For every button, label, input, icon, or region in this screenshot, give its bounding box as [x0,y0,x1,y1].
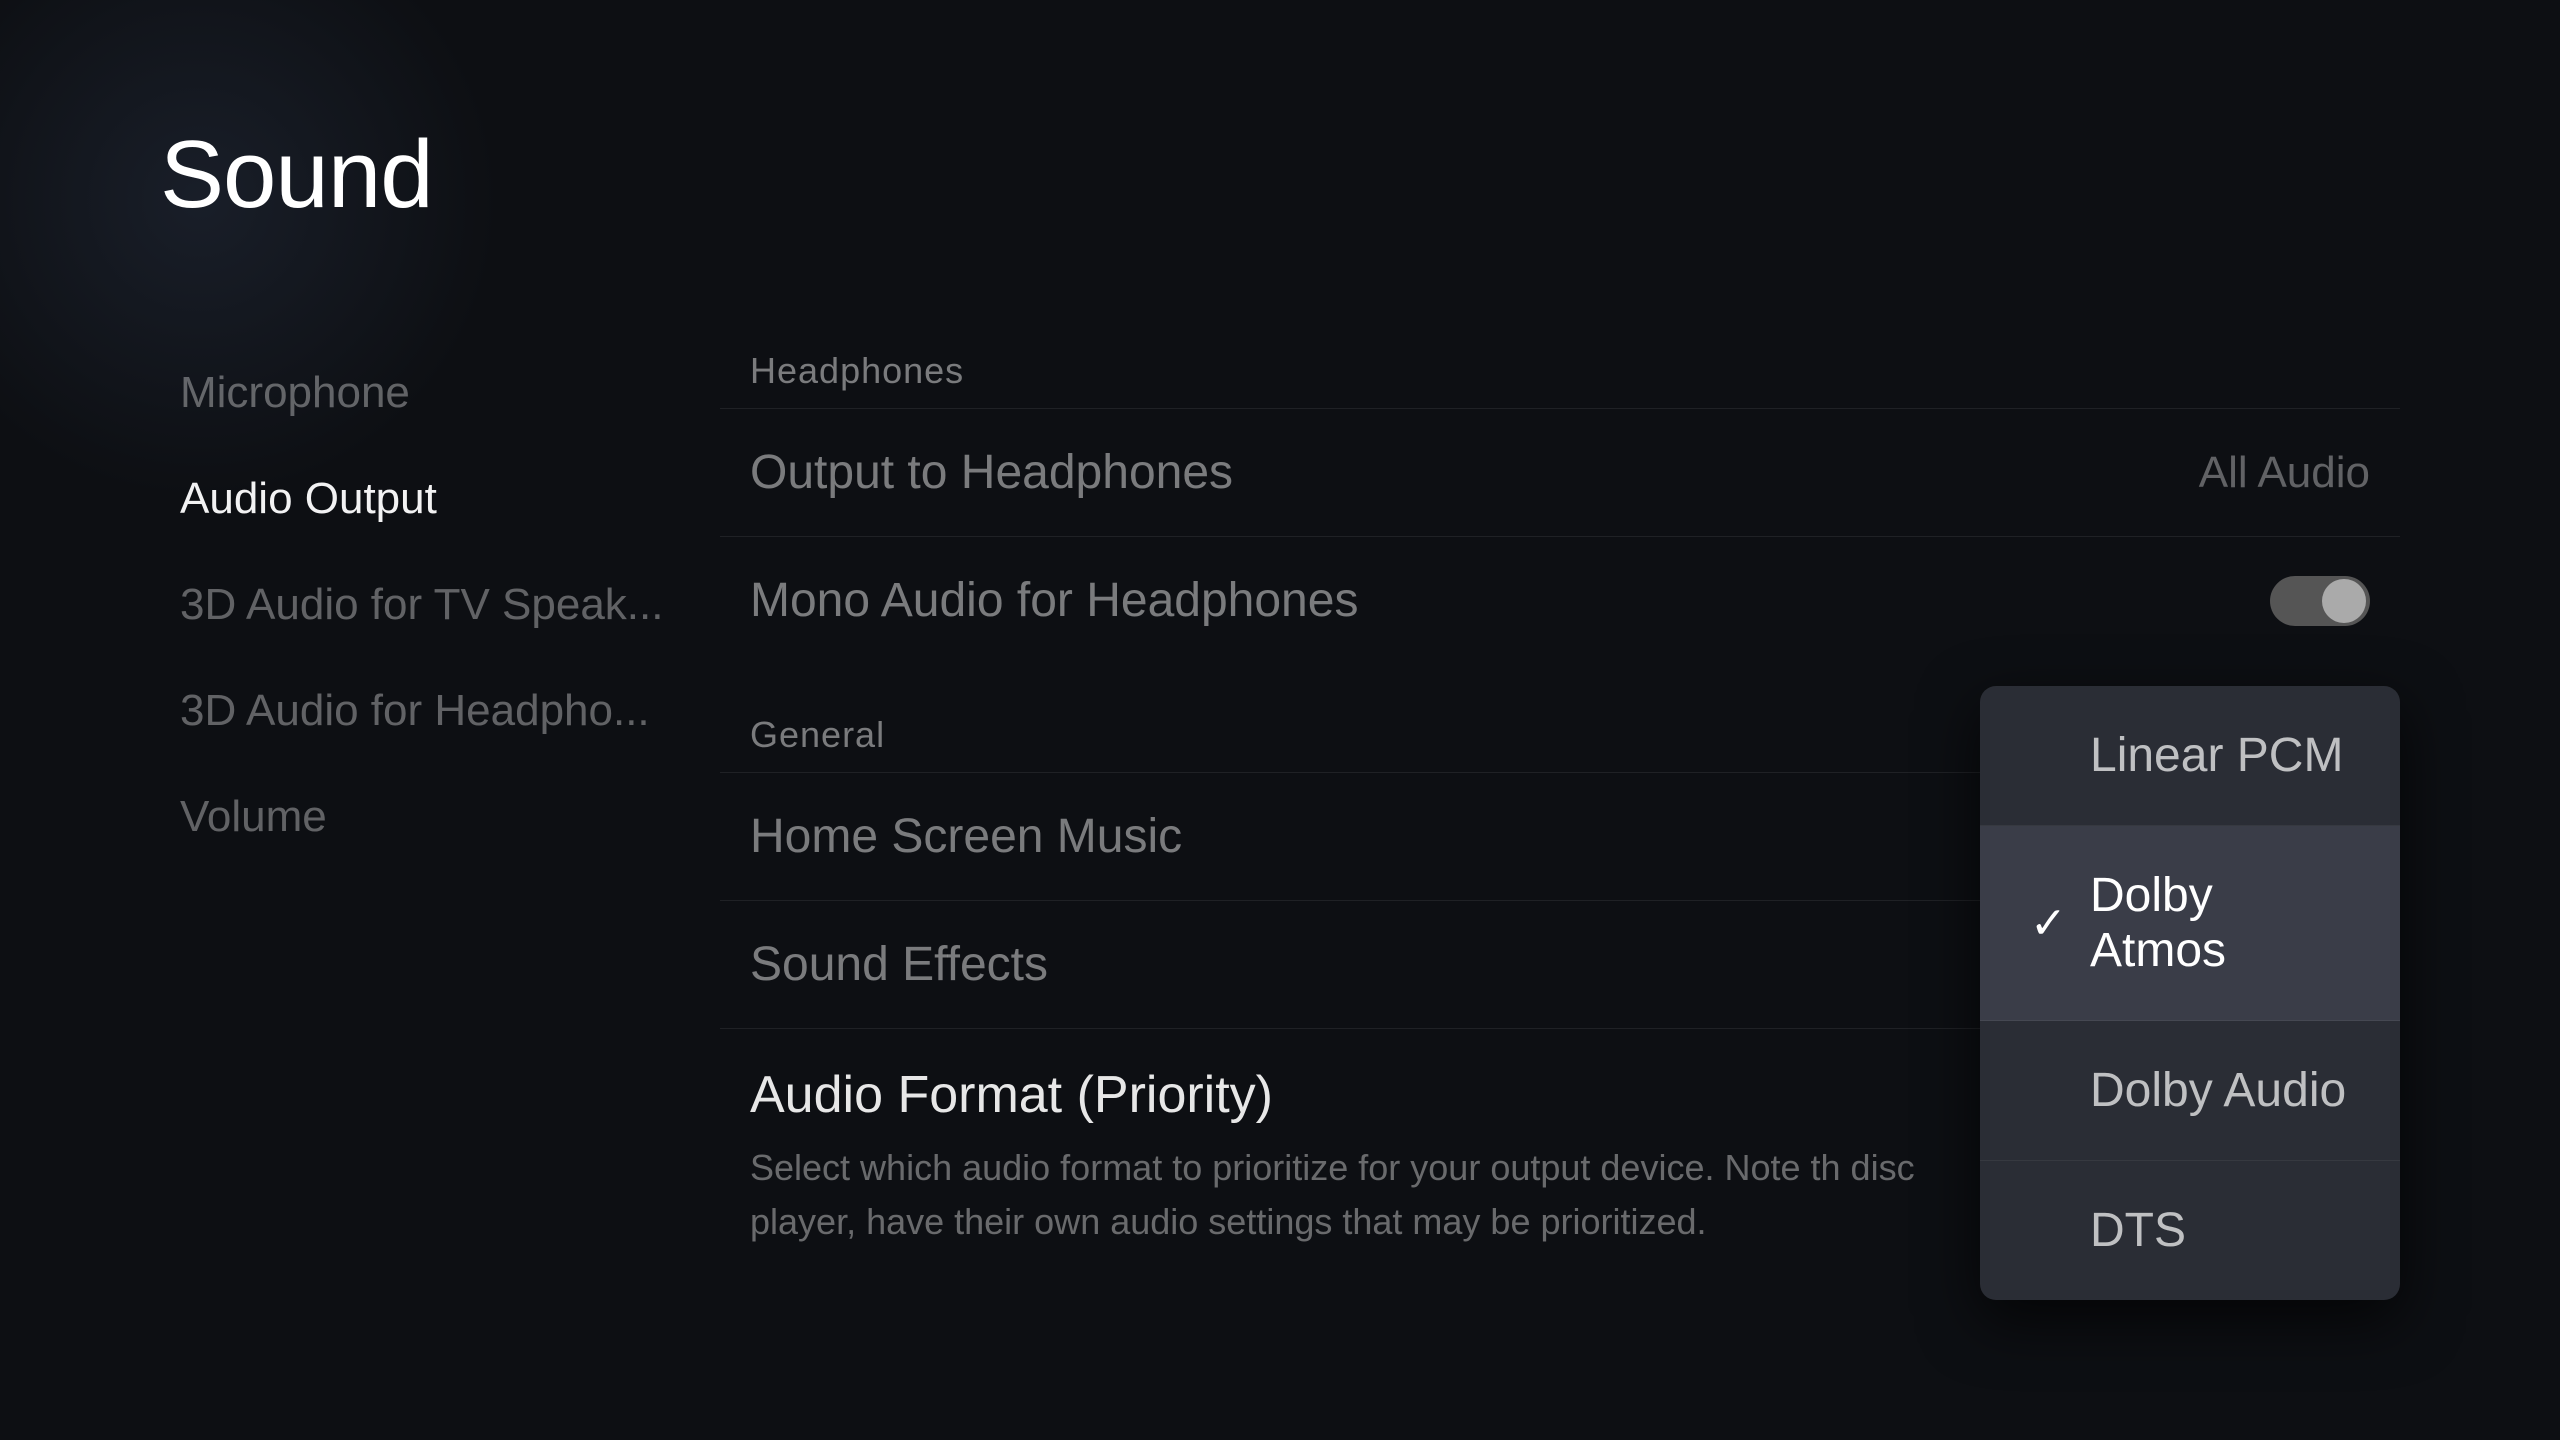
audio-format-dropdown: Linear PCM ✓ Dolby Atmos Dolby Audio DTS [1980,686,2400,1300]
dropdown-item-dts[interactable]: DTS [1980,1161,2400,1300]
output-to-headphones-row[interactable]: Output to Headphones All Audio [720,408,2400,536]
sidebar-item-audio-output[interactable]: Audio Output [160,446,680,552]
home-screen-music-label: Home Screen Music [750,809,1182,864]
page-title: Sound [160,120,2400,230]
sidebar-item-volume[interactable]: Volume [160,764,680,870]
dropdown-item-dolby-audio[interactable]: Dolby Audio [1980,1021,2400,1161]
dropdown-item-dolby-atmos[interactable]: ✓ Dolby Atmos [1980,826,2400,1021]
sidebar: Microphone Audio Output 3D Audio for TV … [160,330,680,1330]
audio-format-desc: Select which audio format to prioritize … [750,1141,1950,1249]
mono-audio-row[interactable]: Mono Audio for Headphones [720,536,2400,664]
dropdown-item-linear-pcm[interactable]: Linear PCM [1980,686,2400,826]
sound-effects-label: Sound Effects [750,937,1048,992]
sidebar-item-3d-headphone[interactable]: 3D Audio for Headpho... [160,658,680,764]
headphones-section-header: Headphones [720,330,2400,408]
sidebar-item-3d-tv[interactable]: 3D Audio for TV Speak... [160,552,680,658]
sidebar-item-microphone[interactable]: Microphone [160,340,680,446]
mono-audio-toggle[interactable] [2270,576,2370,626]
output-to-headphones-value: All Audio [2199,448,2370,498]
mono-audio-label: Mono Audio for Headphones [750,573,1358,628]
mono-audio-toggle-knob [2322,579,2366,623]
output-to-headphones-label: Output to Headphones [750,445,1233,500]
checkmark-dolby-atmos: ✓ [2030,898,2066,949]
